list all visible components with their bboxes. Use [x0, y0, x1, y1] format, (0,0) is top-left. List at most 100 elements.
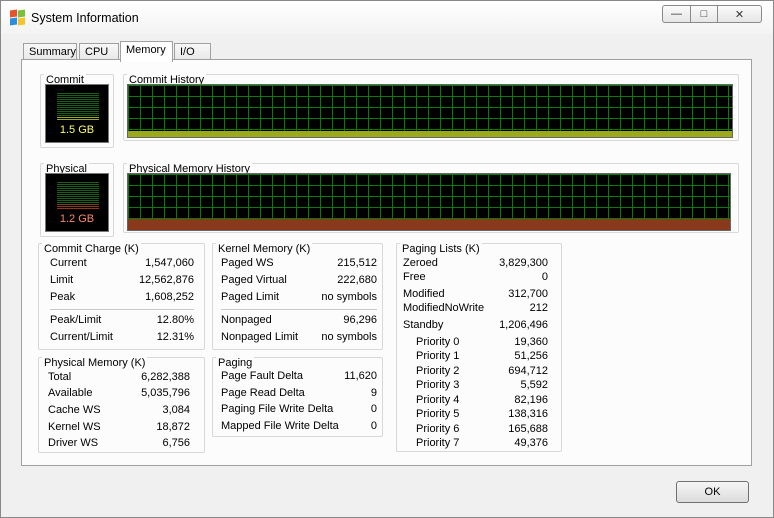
meter-bar — [57, 200, 99, 201]
meter-bar — [57, 196, 99, 197]
meter-bar — [57, 109, 99, 110]
commit-history-graph — [127, 84, 733, 138]
kernel-memory-box: Kernel Memory (K) Paged WS 215,512 Paged … — [212, 243, 383, 350]
kernel-memory-title: Kernel Memory (K) — [216, 243, 313, 255]
maximize-icon: □ — [700, 8, 708, 20]
meter-bar — [57, 194, 99, 195]
meter-bar — [57, 115, 99, 116]
windows-logo-icon — [10, 9, 26, 26]
paging-mapped-file-write-delta: Mapped File Write Delta 0 — [221, 420, 377, 432]
minimize-icon: — — [671, 8, 682, 20]
paging-title: Paging — [216, 357, 255, 369]
paging-lists-standby: Standby 1,206,496 — [403, 319, 548, 331]
physical-memory-total: Total 6,282,388 — [48, 371, 190, 383]
commit-charge-limit: Limit 12,562,876 — [50, 274, 194, 286]
meter-bar — [57, 206, 99, 207]
paging-page-read-delta: Page Read Delta 9 — [221, 387, 377, 399]
meter-bar — [57, 101, 99, 102]
commit-meter-value: 1.5 GB — [59, 124, 95, 136]
meter-bar — [57, 113, 99, 114]
meter-bar — [57, 202, 99, 203]
paging-list: Page Fault Delta 11,620 Page Read Delta 9 … — [221, 370, 377, 434]
standby-priority-0: Priority 0 19,360 — [416, 336, 548, 348]
tab-io[interactable]: I/O — [174, 43, 211, 60]
maximize-button[interactable]: □ — [691, 5, 718, 23]
tab-summary[interactable]: Summary — [23, 43, 77, 60]
standby-priority-2: Priority 2 694,712 — [416, 365, 548, 377]
kernel-memory-paged-virtual: Paged Virtual 222,680 — [221, 274, 377, 286]
paging-lists-free: Free 0 — [403, 271, 548, 283]
physical-memory-list: Total 6,282,388 Available 5,035,796 Cache … — [48, 371, 190, 451]
meter-bar — [57, 105, 99, 106]
commit-charge-list: Current 1,547,060 Limit 12,562,876 Peak 1,6… — [50, 257, 194, 347]
minimize-button[interactable]: — — [662, 5, 691, 23]
meter-bar — [57, 107, 99, 108]
title-bar[interactable]: System Information — □ ✕ — [1, 1, 773, 34]
commit-meter-box: Commit 1.5 GB — [40, 74, 114, 148]
meter-bar — [57, 97, 99, 98]
standby-priority-5: Priority 5 138,316 — [416, 408, 548, 420]
meter-bar — [57, 192, 99, 193]
paging-box: Paging Page Fault Delta 11,620 Page Read … — [212, 357, 383, 437]
commit-charge-divider — [50, 309, 194, 310]
meter-bar — [57, 184, 99, 185]
meter-bar — [57, 103, 99, 104]
commit-meter: 1.5 GB — [45, 84, 109, 143]
memory-tab-panel: Commit 1.5 GB Commit History Physical 1.… — [21, 59, 752, 466]
standby-priority-3: Priority 3 5,592 — [416, 379, 548, 391]
meter-bar — [57, 111, 99, 112]
commit-meter-bars — [57, 93, 99, 121]
ok-button[interactable]: OK — [676, 481, 749, 503]
kernel-memory-divider — [221, 309, 377, 310]
standby-priority-6: Priority 6 165,688 — [416, 423, 548, 435]
close-button[interactable]: ✕ — [718, 5, 762, 23]
paging-lists-modified-no-write: ModifiedNoWrite 212 — [403, 302, 548, 314]
window-title: System Information — [31, 11, 139, 25]
meter-bar — [57, 208, 99, 209]
commit-charge-peak: Peak 1,608,252 — [50, 291, 194, 303]
standby-priority-1: Priority 1 51,256 — [416, 350, 548, 362]
physical-memory-title: Physical Memory (K) — [42, 357, 148, 369]
tab-memory[interactable]: Memory — [120, 41, 173, 62]
tab-cpu[interactable]: CPU — [79, 43, 119, 60]
paging-lists-title: Paging Lists (K) — [400, 243, 482, 255]
meter-bar — [57, 95, 99, 96]
meter-bar — [57, 204, 99, 205]
commit-charge-current: Current 1,547,060 — [50, 257, 194, 269]
physical-meter: 1.2 GB — [45, 173, 109, 232]
physical-memory-available: Available 5,035,796 — [48, 387, 190, 399]
physical-memory-cache-ws: Cache WS 3,084 — [48, 404, 190, 416]
physical-history-graph — [127, 173, 731, 231]
meter-bar — [57, 119, 99, 120]
paging-lists-zeroed: Zeroed 3,829,300 — [403, 257, 548, 269]
meter-bar — [57, 190, 99, 191]
meter-bar — [57, 93, 99, 94]
kernel-memory-paged-ws: Paged WS 215,512 — [221, 257, 377, 269]
kernel-memory-list: Paged WS 215,512 Paged Virtual 222,680 Pag… — [221, 257, 377, 347]
commit-history-fill — [128, 130, 732, 137]
close-icon: ✕ — [734, 8, 745, 21]
meter-bar — [57, 198, 99, 199]
system-information-window: System Information — □ ✕ Summary CPU Mem… — [0, 0, 774, 518]
physical-history-fill — [128, 219, 730, 230]
physical-history-box: Physical Memory History — [123, 163, 739, 233]
standby-priority-4: Priority 4 82,196 — [416, 394, 548, 406]
commit-charge-title: Commit Charge (K) — [42, 243, 141, 255]
paging-lists-modified: Modified 312,700 — [403, 288, 548, 300]
commit-charge-current-limit: Current/Limit 12.31% — [50, 331, 194, 343]
paging-file-write-delta: Paging File Write Delta 0 — [221, 403, 377, 415]
meter-bar — [57, 117, 99, 118]
physical-memory-driver-ws: Driver WS 6,756 — [48, 437, 190, 449]
meter-bar — [57, 188, 99, 189]
physical-meter-bars — [57, 182, 99, 210]
meter-bar — [57, 186, 99, 187]
physical-meter-box: Physical 1.2 GB — [40, 163, 114, 237]
physical-meter-value: 1.2 GB — [59, 213, 95, 225]
physical-memory-box: Physical Memory (K) Total 6,282,388 Avail… — [38, 357, 205, 453]
paging-page-fault-delta: Page Fault Delta 11,620 — [221, 370, 377, 382]
paging-lists-box: Paging Lists (K) Zeroed 3,829,300 Free 0 M… — [396, 243, 562, 452]
meter-bar — [57, 99, 99, 100]
physical-memory-kernel-ws: Kernel WS 18,872 — [48, 421, 190, 433]
paging-lists-list: Zeroed 3,829,300 Free 0 Modified 312,700 Mo… — [403, 257, 548, 451]
commit-charge-peak-limit: Peak/Limit 12.80% — [50, 314, 194, 326]
